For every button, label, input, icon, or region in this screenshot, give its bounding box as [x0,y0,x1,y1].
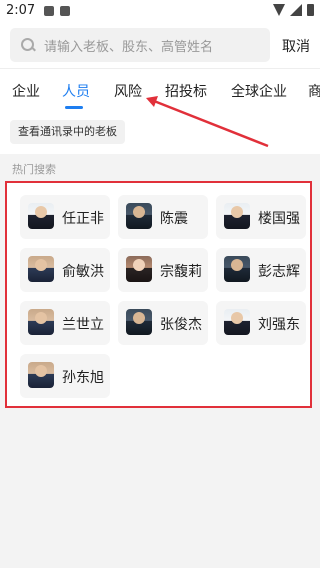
person-name: 宗馥莉 [160,264,202,280]
person-name: 张俊杰 [160,317,202,333]
tab-company[interactable]: 企业 [12,81,40,101]
person-name: 兰世立 [62,317,104,333]
search-icon [20,37,36,53]
hot-person-card[interactable]: 孙东旭 [20,354,110,398]
tab-bidding[interactable]: 招投标 [165,81,207,101]
status-bar: 2:07 [0,0,320,22]
search-header: 请输入老板、股东、高管姓名 取消 [0,22,320,68]
hot-person-card[interactable]: 兰世立 [20,301,110,345]
hot-person-card[interactable]: 刘强东 [216,301,306,345]
avatar [224,203,250,229]
avatar [126,203,152,229]
person-name: 陈震 [160,211,188,227]
avatar [224,256,250,282]
status-icons [273,4,314,16]
notification-icon [44,6,54,16]
cancel-button[interactable]: 取消 [282,36,310,56]
person-name: 俞敏洪 [62,264,104,280]
person-name: 彭志辉 [258,264,300,280]
hot-person-card[interactable]: 彭志辉 [216,248,306,292]
wifi-icon [273,4,285,16]
hot-person-card[interactable]: 俞敏洪 [20,248,110,292]
view-contacts-bosses-button[interactable]: 查看通讯录中的老板 [10,120,125,144]
tab-risk[interactable]: 风险 [114,81,142,101]
tab-people[interactable]: 人员 [62,81,90,101]
category-tabs: 企业 人员 风险 招投标 全球企业 商 [0,68,320,111]
person-name: 刘强东 [258,317,300,333]
hot-search-label: 热门搜索 [12,163,56,176]
hot-search-panel: 任正非 陈震 楼国强 俞敏洪 宗馥莉 彭志辉 兰世立 张俊杰 刘强东 孙东旭 [5,181,312,408]
avatar [28,362,54,388]
avatar [28,203,54,229]
status-time: 2:07 [6,3,36,18]
avatar [224,309,250,335]
person-name: 楼国强 [258,211,300,227]
hot-person-card[interactable]: 宗馥莉 [118,248,208,292]
search-input[interactable]: 请输入老板、股东、高管姓名 [10,28,270,62]
avatar [28,309,54,335]
search-placeholder: 请输入老板、股东、高管姓名 [44,39,214,55]
signal-icon [290,4,302,16]
battery-icon [307,4,314,16]
tab-more[interactable]: 商 [308,81,320,101]
hot-person-card[interactable]: 任正非 [20,195,110,239]
hot-person-card[interactable]: 张俊杰 [118,301,208,345]
tab-global-company[interactable]: 全球企业 [231,81,287,101]
hot-person-card[interactable]: 楼国强 [216,195,306,239]
active-tab-indicator [65,106,83,109]
avatar [28,256,54,282]
notification-icons [44,6,70,16]
person-name: 孙东旭 [62,370,104,386]
hot-person-card[interactable]: 陈震 [118,195,208,239]
avatar [126,309,152,335]
person-name: 任正非 [62,211,104,227]
contacts-section: 查看通讯录中的老板 [0,110,320,154]
image-icon [60,6,70,16]
avatar [126,256,152,282]
